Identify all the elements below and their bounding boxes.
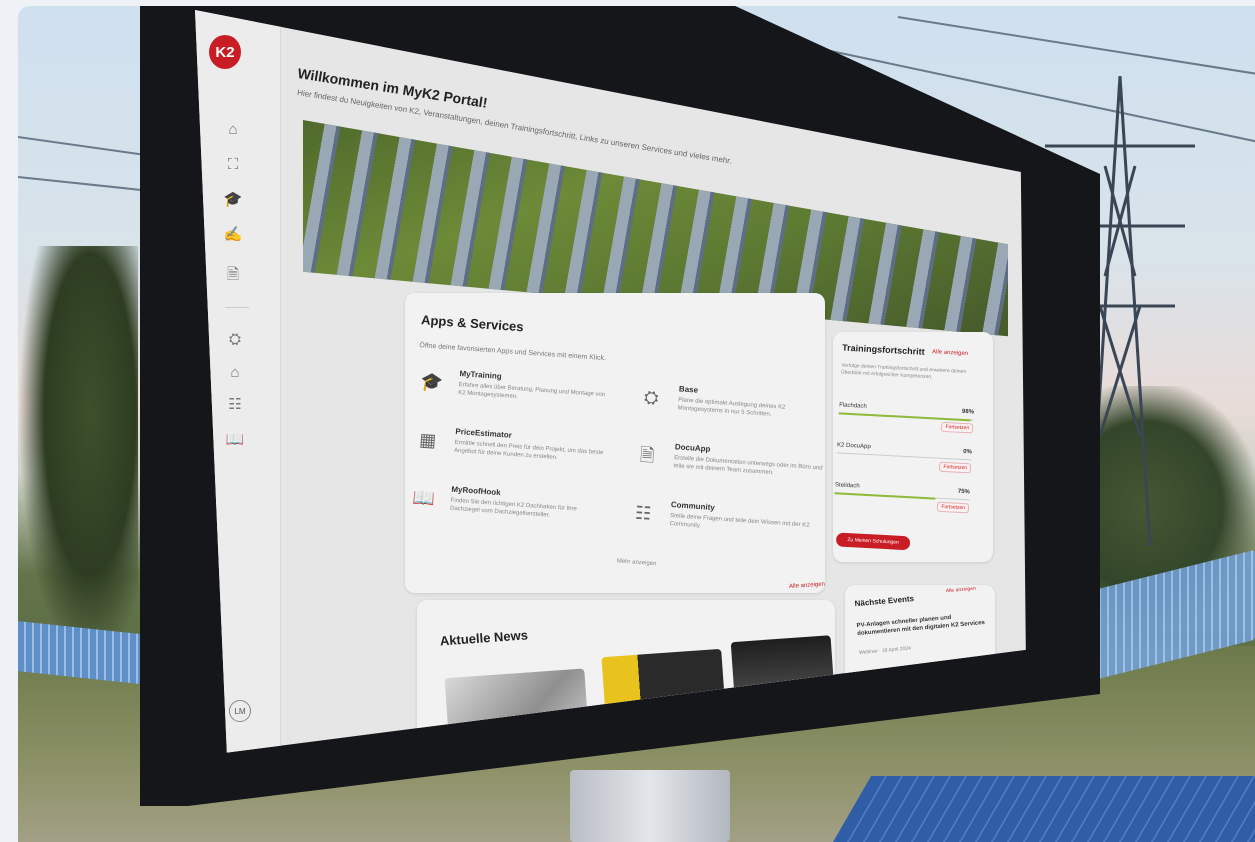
show-more-link[interactable]: Mehr anzeigen bbox=[617, 558, 657, 567]
sidebar-home-icon[interactable]: ⌂ bbox=[223, 120, 243, 140]
training-progress-track bbox=[836, 451, 972, 461]
service-name: MyRoofHook bbox=[451, 484, 501, 498]
sidebar-book-icon[interactable]: 📖 bbox=[225, 430, 245, 450]
sidebar-community-icon[interactable]: ☷ bbox=[225, 395, 245, 415]
training-name: K2 DocuApp bbox=[836, 442, 871, 451]
sidebar-roof-user-icon[interactable]: ⌂ bbox=[225, 363, 245, 383]
training-show-all-link[interactable]: Alle anzeigen bbox=[932, 349, 968, 357]
sidebar-scan-icon[interactable]: ⛶ bbox=[223, 155, 243, 175]
training-continue-button[interactable]: Fortsetzen bbox=[939, 461, 972, 474]
event-title[interactable]: PV-Anlagen schneller planen und dokument… bbox=[856, 611, 989, 638]
training-percent: 0% bbox=[963, 448, 973, 456]
training-row: K2 DocuApp 0% Fortsetzen bbox=[836, 442, 972, 477]
news-title: Aktuelle News bbox=[439, 627, 529, 649]
service-description: Finden Sie den richtigen K2 Dachhaken fü… bbox=[449, 497, 577, 519]
training-name: Flachdach bbox=[839, 402, 867, 410]
training-progress-fill bbox=[838, 411, 971, 421]
cube-user-icon: ⛭ bbox=[643, 386, 660, 408]
service-description: Ermittle schnell den Preis für dein Proj… bbox=[453, 439, 604, 462]
service-description: Erstelle die Dokumentation unterwegs ode… bbox=[673, 455, 823, 477]
training-row: Steildach 75% Fortsetzen bbox=[834, 482, 970, 517]
service-docuapp[interactable]: 🗎 DocuApp Erstelle die Dokumentation unt… bbox=[632, 439, 835, 497]
service-community[interactable]: ☷ Community Stelle deine Fragen und teil… bbox=[628, 497, 831, 555]
book-icon: 📖 bbox=[411, 487, 436, 509]
training-name: Steildach bbox=[834, 482, 860, 490]
k2-logo[interactable]: K2 bbox=[209, 35, 241, 69]
graduation-cap-icon: 🎓 bbox=[419, 371, 444, 393]
service-description: Erfahre alles über Beratung, Planung und… bbox=[457, 381, 606, 401]
event-meta: Webinar · 19 April 2024 bbox=[858, 645, 912, 657]
training-progress-track bbox=[834, 491, 970, 501]
sidebar-signature-icon[interactable]: ✍ bbox=[223, 225, 243, 245]
events-title: Nächste Events bbox=[854, 594, 915, 609]
service-name: DocuApp bbox=[674, 442, 711, 454]
service-name: Community bbox=[670, 500, 716, 513]
community-icon: ☷ bbox=[634, 502, 652, 524]
calculator-icon: ▦ bbox=[418, 429, 437, 451]
training-progress-track bbox=[838, 411, 974, 421]
service-name: MyTraining bbox=[459, 369, 502, 381]
training-description: Verfolge deinen Trainingsfortschritt und… bbox=[840, 362, 967, 381]
service-name: Base bbox=[678, 384, 699, 395]
training-continue-button[interactable]: Fortsetzen bbox=[941, 421, 974, 434]
service-myroofhook[interactable]: 📖 MyRoofHook Finden Sie den richtigen K2… bbox=[409, 482, 612, 540]
trees-left bbox=[18, 246, 138, 666]
service-mytraining[interactable]: 🎓 MyTraining Erfahre alles über Beratung… bbox=[417, 366, 620, 424]
training-percent: 75% bbox=[957, 488, 970, 496]
training-row: Flachdach 98% Fortsetzen bbox=[838, 402, 974, 437]
solar-panel-foreground bbox=[824, 776, 1255, 842]
training-percent: 98% bbox=[961, 408, 975, 416]
service-name: PriceEstimator bbox=[455, 426, 513, 440]
service-base[interactable]: ⛭ Base Plane die optimale Auslegung dein… bbox=[636, 382, 839, 440]
events-show-all-link[interactable]: Alle anzeigen bbox=[946, 586, 976, 595]
apps-services-card: Apps & Services Öffne deine favorisierte… bbox=[405, 293, 825, 593]
apps-title: Apps & Services bbox=[420, 312, 525, 335]
service-description: Plane die optimale Auslegung deines K2 M… bbox=[677, 397, 786, 418]
power-line bbox=[897, 16, 1255, 78]
training-progress-card: Trainingsfortschritt Alle anzeigen Verfo… bbox=[833, 332, 993, 562]
monitor-stand bbox=[570, 770, 730, 842]
training-progress-fill bbox=[834, 491, 936, 500]
sidebar-document-icon[interactable]: 🗎 bbox=[223, 265, 243, 285]
training-continue-button[interactable]: Fortsetzen bbox=[937, 501, 970, 514]
user-avatar[interactable]: LM bbox=[229, 700, 251, 722]
training-title: Trainingsfortschritt bbox=[841, 342, 925, 357]
apps-subtitle: Öffne deine favorisierten Apps und Servi… bbox=[419, 342, 607, 363]
service-priceestimator[interactable]: ▦ PriceEstimator Ermittle schnell den Pr… bbox=[413, 424, 616, 482]
document-icon: 🗎 bbox=[639, 444, 656, 466]
sidebar-divider bbox=[225, 307, 249, 308]
sidebar-cube-user-icon[interactable]: ⛭ bbox=[225, 330, 245, 350]
my-trainings-button[interactable]: Zu Meinen Schulungen bbox=[835, 532, 911, 551]
service-description: Stelle deine Fragen und teile dein Wisse… bbox=[669, 513, 810, 530]
sidebar-graduation-cap-icon[interactable]: 🎓 bbox=[223, 190, 243, 210]
